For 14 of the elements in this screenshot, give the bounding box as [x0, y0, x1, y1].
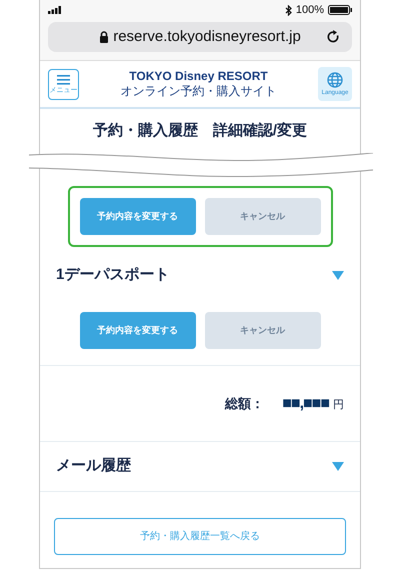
change-reservation-button[interactable]: 予約内容を変更する: [80, 198, 196, 235]
section-title[interactable]: メール履歴: [56, 455, 131, 478]
url-text: reserve.tokyodisneyresort.jp: [113, 26, 301, 47]
currency-label: 円: [333, 398, 344, 412]
back-to-list-button[interactable]: 予約・購入履歴一覧へ戻る: [54, 518, 346, 555]
total-label: 総額：: [225, 394, 264, 413]
logo-text: TOKYO Disney RESORT: [129, 69, 268, 84]
section-title[interactable]: 1デーパスポート: [56, 264, 170, 286]
address-bar[interactable]: reserve.tokyodisneyresort.jp: [48, 22, 352, 52]
change-reservation-button[interactable]: 予約内容を変更する: [80, 312, 196, 349]
battery-percent: 100%: [296, 2, 324, 18]
page-title: 予約・購入履歴 詳細確認/変更: [92, 120, 308, 141]
masked-amount: ■■,■■■: [282, 394, 329, 414]
site-subtitle: オンライン予約・購入サイト: [120, 84, 276, 99]
